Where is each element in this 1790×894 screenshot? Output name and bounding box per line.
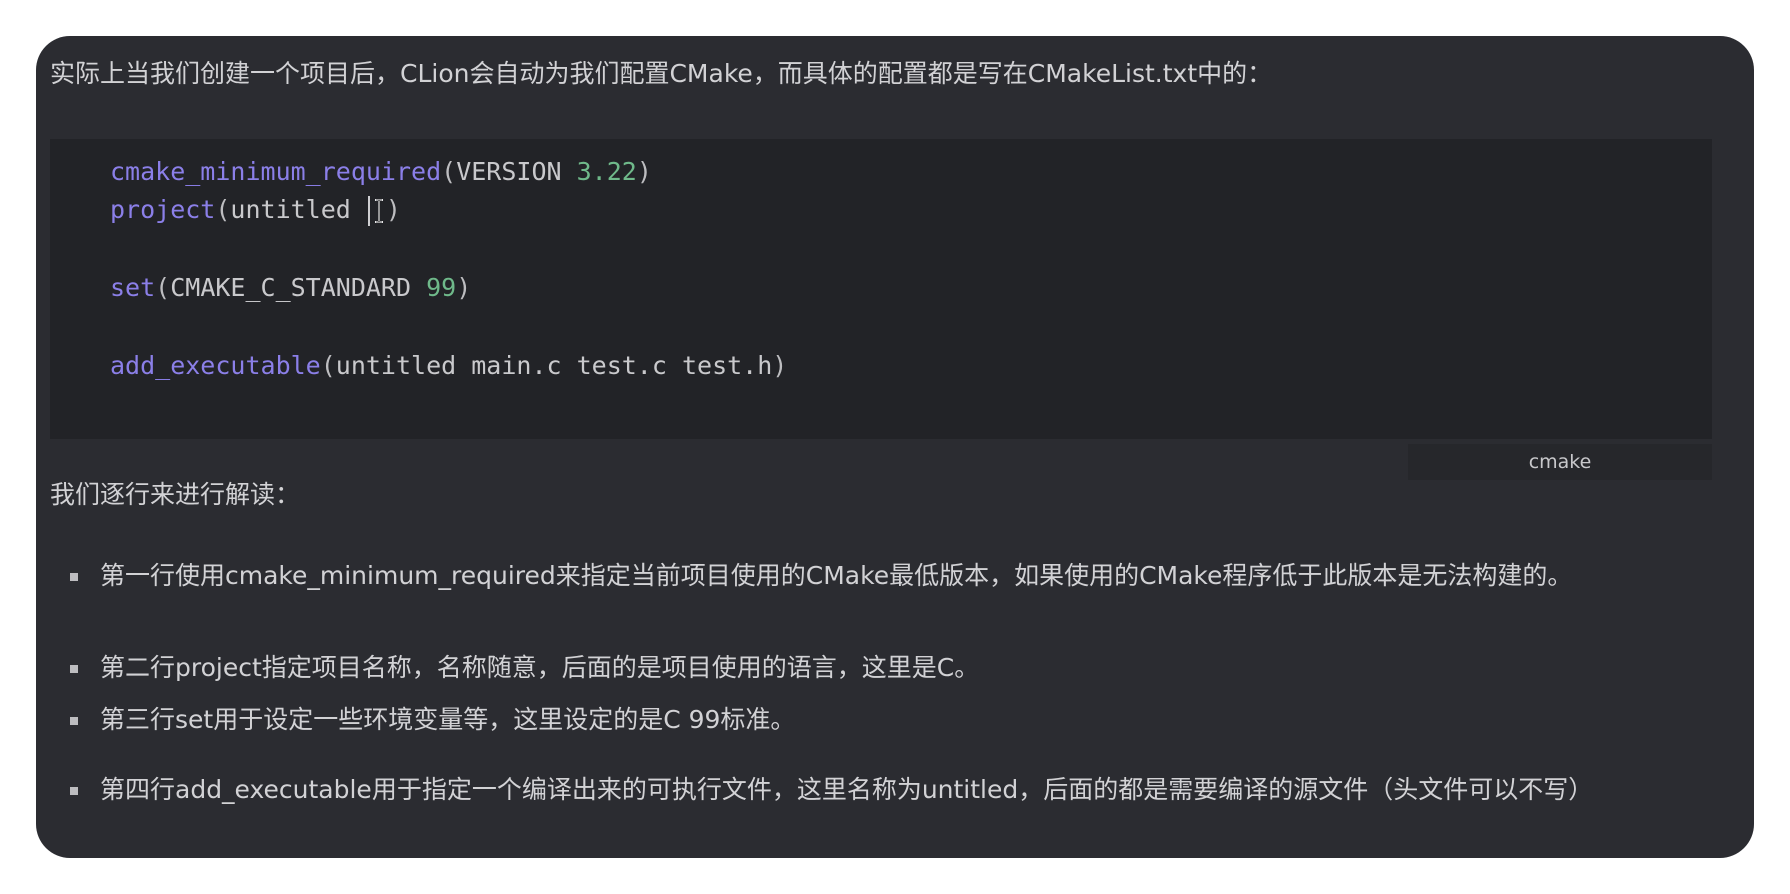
- code-line-3: set(CMAKE_C_STANDARD 99): [110, 270, 471, 306]
- code-argument: CMAKE_C_STANDARD: [170, 273, 427, 302]
- bullet-icon: [70, 787, 78, 795]
- code-paren-open: (: [155, 273, 171, 302]
- code-function: add_executable: [110, 351, 321, 380]
- list-item-text: 第三行set用于设定一些环境变量等，这里设定的是C 99标准。: [100, 705, 796, 734]
- bullet-icon: [70, 573, 78, 581]
- list-item: 第三行set用于设定一些环境变量等，这里设定的是C 99标准。: [70, 700, 1700, 740]
- code-argument: untitled: [230, 195, 366, 224]
- code-line-1: cmake_minimum_required(VERSION 3.22): [110, 154, 652, 190]
- code-function: set: [110, 273, 156, 302]
- bullet-icon: [70, 717, 78, 725]
- code-line-4: add_executable(untitled main.c test.c te…: [110, 348, 787, 384]
- bullet-icon: [70, 665, 78, 673]
- code-function: project: [110, 195, 216, 224]
- code-paren-open: (: [441, 157, 457, 186]
- code-argument: untitled main.c test.c test.h: [335, 351, 773, 380]
- list-item: 第四行add_executable用于指定一个编译出来的可执行文件，这里名称为u…: [70, 770, 1700, 810]
- code-number: 99: [426, 273, 457, 302]
- code-paren-close: ): [456, 273, 472, 302]
- list-item-text: 第四行add_executable用于指定一个编译出来的可执行文件，这里名称为u…: [100, 775, 1594, 804]
- code-number: 3.22: [576, 157, 637, 186]
- code-paren-close: ): [772, 351, 788, 380]
- code-paren-open: (: [215, 195, 231, 224]
- list-item-text: 第二行project指定项目名称，名称随意，后面的是项目使用的语言，这里是C。: [100, 653, 980, 682]
- code-paren-close: ): [385, 195, 401, 224]
- lead-paragraph: 我们逐行来进行解读：: [50, 480, 301, 509]
- code-line-2: project(untitled ): [110, 192, 401, 228]
- code-function: cmake_minimum_required: [110, 157, 442, 186]
- intro-paragraph: 实际上当我们创建一个项目后，CLion会自动为我们配置CMake，而具体的配置都…: [50, 59, 1273, 88]
- list-item: 第二行project指定项目名称，名称随意，后面的是项目使用的语言，这里是C。: [70, 648, 1700, 688]
- list-item: 第一行使用cmake_minimum_required来指定当前项目使用的CMa…: [70, 556, 1700, 596]
- code-language-tag: cmake: [1408, 444, 1712, 480]
- code-argument: VERSION: [456, 157, 577, 186]
- list-item-text: 第一行使用cmake_minimum_required来指定当前项目使用的CMa…: [100, 561, 1573, 590]
- code-paren-close: ): [636, 157, 652, 186]
- document-card: 实际上当我们创建一个项目后，CLion会自动为我们配置CMake，而具体的配置都…: [36, 36, 1754, 858]
- code-block[interactable]: cmake_minimum_required(VERSION 3.22) pro…: [50, 139, 1712, 439]
- code-paren-open: (: [320, 351, 336, 380]
- text-caret: [367, 196, 370, 226]
- ibeam-cursor-icon: [374, 199, 383, 223]
